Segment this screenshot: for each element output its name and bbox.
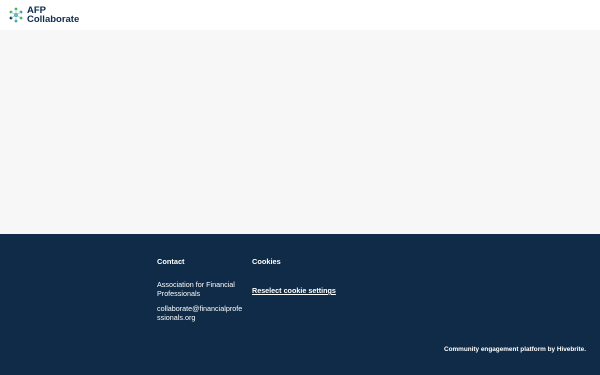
cookies-title: Cookies: [252, 257, 281, 266]
home-logo-link[interactable]: AFP Collaborate: [8, 6, 79, 24]
site-header: AFP Collaborate: [0, 0, 600, 31]
logo-line-collaborate: Collaborate: [27, 14, 80, 25]
logo-wordmark: AFP Collaborate: [27, 6, 80, 25]
powered-by-hivebrite[interactable]: Community engagement platform by Hivebri…: [444, 346, 586, 353]
main-content-area: [0, 30, 600, 234]
footer-cookies-section: Cookies Reselect cookie settings: [252, 257, 362, 298]
contact-organization: Association for Financial Professionals: [157, 280, 235, 298]
afp-network-logo-icon: [9, 7, 23, 23]
footer-contact-section: Contact Association for Financial Profes…: [157, 257, 245, 328]
reselect-cookie-settings-link[interactable]: Reselect cookie settings: [252, 286, 336, 295]
site-footer: Contact Association for Financial Profes…: [0, 234, 600, 375]
contact-title: Contact: [157, 257, 185, 266]
contact-email: collaborate@financialprofessionals.org: [157, 304, 243, 322]
